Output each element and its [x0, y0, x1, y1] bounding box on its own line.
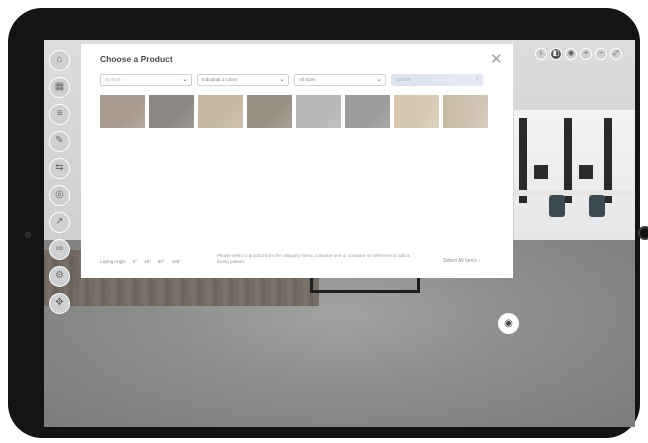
filter-bar: Surface ⌄ Industrial 2 colors ⌄ All size…: [100, 74, 483, 86]
surface-select-value: Surface: [105, 77, 121, 82]
expand-icon[interactable]: ⤢: [610, 48, 622, 60]
tablet-home-button: [638, 226, 648, 240]
brush-icon[interactable]: ✎: [49, 131, 70, 152]
angle-option[interactable]: 90°: [158, 259, 165, 264]
home-icon[interactable]: ⌂: [49, 50, 70, 71]
collection-select[interactable]: Industrial 2 colors ⌄: [197, 74, 289, 86]
camera-icon[interactable]: ◎: [49, 185, 70, 206]
search-icon: ⌕: [475, 76, 479, 83]
product-swatch[interactable]: [296, 95, 341, 128]
next-button[interactable]: Select All Items ›: [443, 258, 480, 264]
angle-option[interactable]: 45°: [144, 259, 151, 264]
help-note: Please select a product from the categor…: [217, 253, 410, 264]
chevron-right-icon: ›: [478, 258, 481, 264]
fullscreen-icon[interactable]: ✥: [49, 293, 70, 314]
settings-icon[interactable]: ⚙: [49, 266, 70, 287]
rooms-icon[interactable]: ▦: [49, 77, 70, 98]
link-icon[interactable]: ∞: [49, 239, 70, 260]
product-swatch[interactable]: [443, 95, 488, 128]
tablet-frame: i ◧ ◉ + − ⤢ ⌂ ▦ ≡ ✎ ⇆ ◎ ↗ ∞ ⚙ ✥ Choose a…: [8, 8, 648, 438]
choose-product-panel: Choose a Product ✕ Surface ⌄ Industrial …: [81, 44, 513, 278]
tablet-camera: [25, 232, 31, 238]
view-2d-icon[interactable]: ◧: [550, 48, 562, 60]
office-monitor: [579, 165, 593, 179]
next-button-label: Select All Items: [443, 258, 478, 264]
office-chair: [589, 195, 605, 217]
chevron-down-icon: ⌄: [376, 76, 382, 83]
surface-select[interactable]: Surface ⌄: [100, 74, 192, 86]
product-swatch[interactable]: [149, 95, 194, 128]
product-swatch[interactable]: [345, 95, 390, 128]
product-swatch[interactable]: [198, 95, 243, 128]
product-swatch[interactable]: [100, 95, 145, 128]
panel-title: Choose a Product: [100, 54, 173, 64]
zoom-out-icon[interactable]: −: [595, 48, 607, 60]
angle-option[interactable]: 0°: [133, 259, 137, 264]
office-desk: [514, 190, 635, 196]
eye-icon[interactable]: ◉: [498, 313, 519, 334]
size-select-value: All sizes: [299, 77, 316, 82]
zoom-in-icon[interactable]: +: [580, 48, 592, 60]
chevron-down-icon: ⌄: [279, 76, 285, 83]
share-icon[interactable]: ↗: [49, 212, 70, 233]
collection-select-value: Industrial 2 colors: [202, 77, 238, 82]
app-screen: i ◧ ◉ + − ⤢ ⌂ ▦ ≡ ✎ ⇆ ◎ ↗ ∞ ⚙ ✥ Choose a…: [44, 40, 635, 427]
office-chair: [549, 195, 565, 217]
laying-angle-controls: Laying Angle 0° 45° 90° 135°: [100, 259, 181, 264]
product-swatch-grid: [100, 95, 488, 128]
layers-icon[interactable]: ≡: [49, 104, 70, 125]
product-swatch[interactable]: [394, 95, 439, 128]
laying-angle-label: Laying Angle: [100, 259, 126, 264]
left-toolbar: ⌂ ▦ ≡ ✎ ⇆ ◎ ↗ ∞ ⚙ ✥: [49, 50, 70, 314]
product-swatch[interactable]: [247, 95, 292, 128]
close-icon[interactable]: ✕: [490, 52, 503, 67]
top-toolbar: i ◧ ◉ + − ⤢: [535, 48, 622, 60]
office-monitor: [534, 165, 548, 179]
view-3d-icon[interactable]: ◉: [565, 48, 577, 60]
search-placeholder: Search: [396, 77, 411, 82]
angle-option[interactable]: 135°: [172, 259, 181, 264]
search-input[interactable]: Search ⌕: [391, 74, 483, 86]
compare-icon[interactable]: ⇆: [49, 158, 70, 179]
chevron-down-icon: ⌄: [182, 76, 188, 83]
info-icon[interactable]: i: [535, 48, 547, 60]
size-select[interactable]: All sizes ⌄: [294, 74, 386, 86]
